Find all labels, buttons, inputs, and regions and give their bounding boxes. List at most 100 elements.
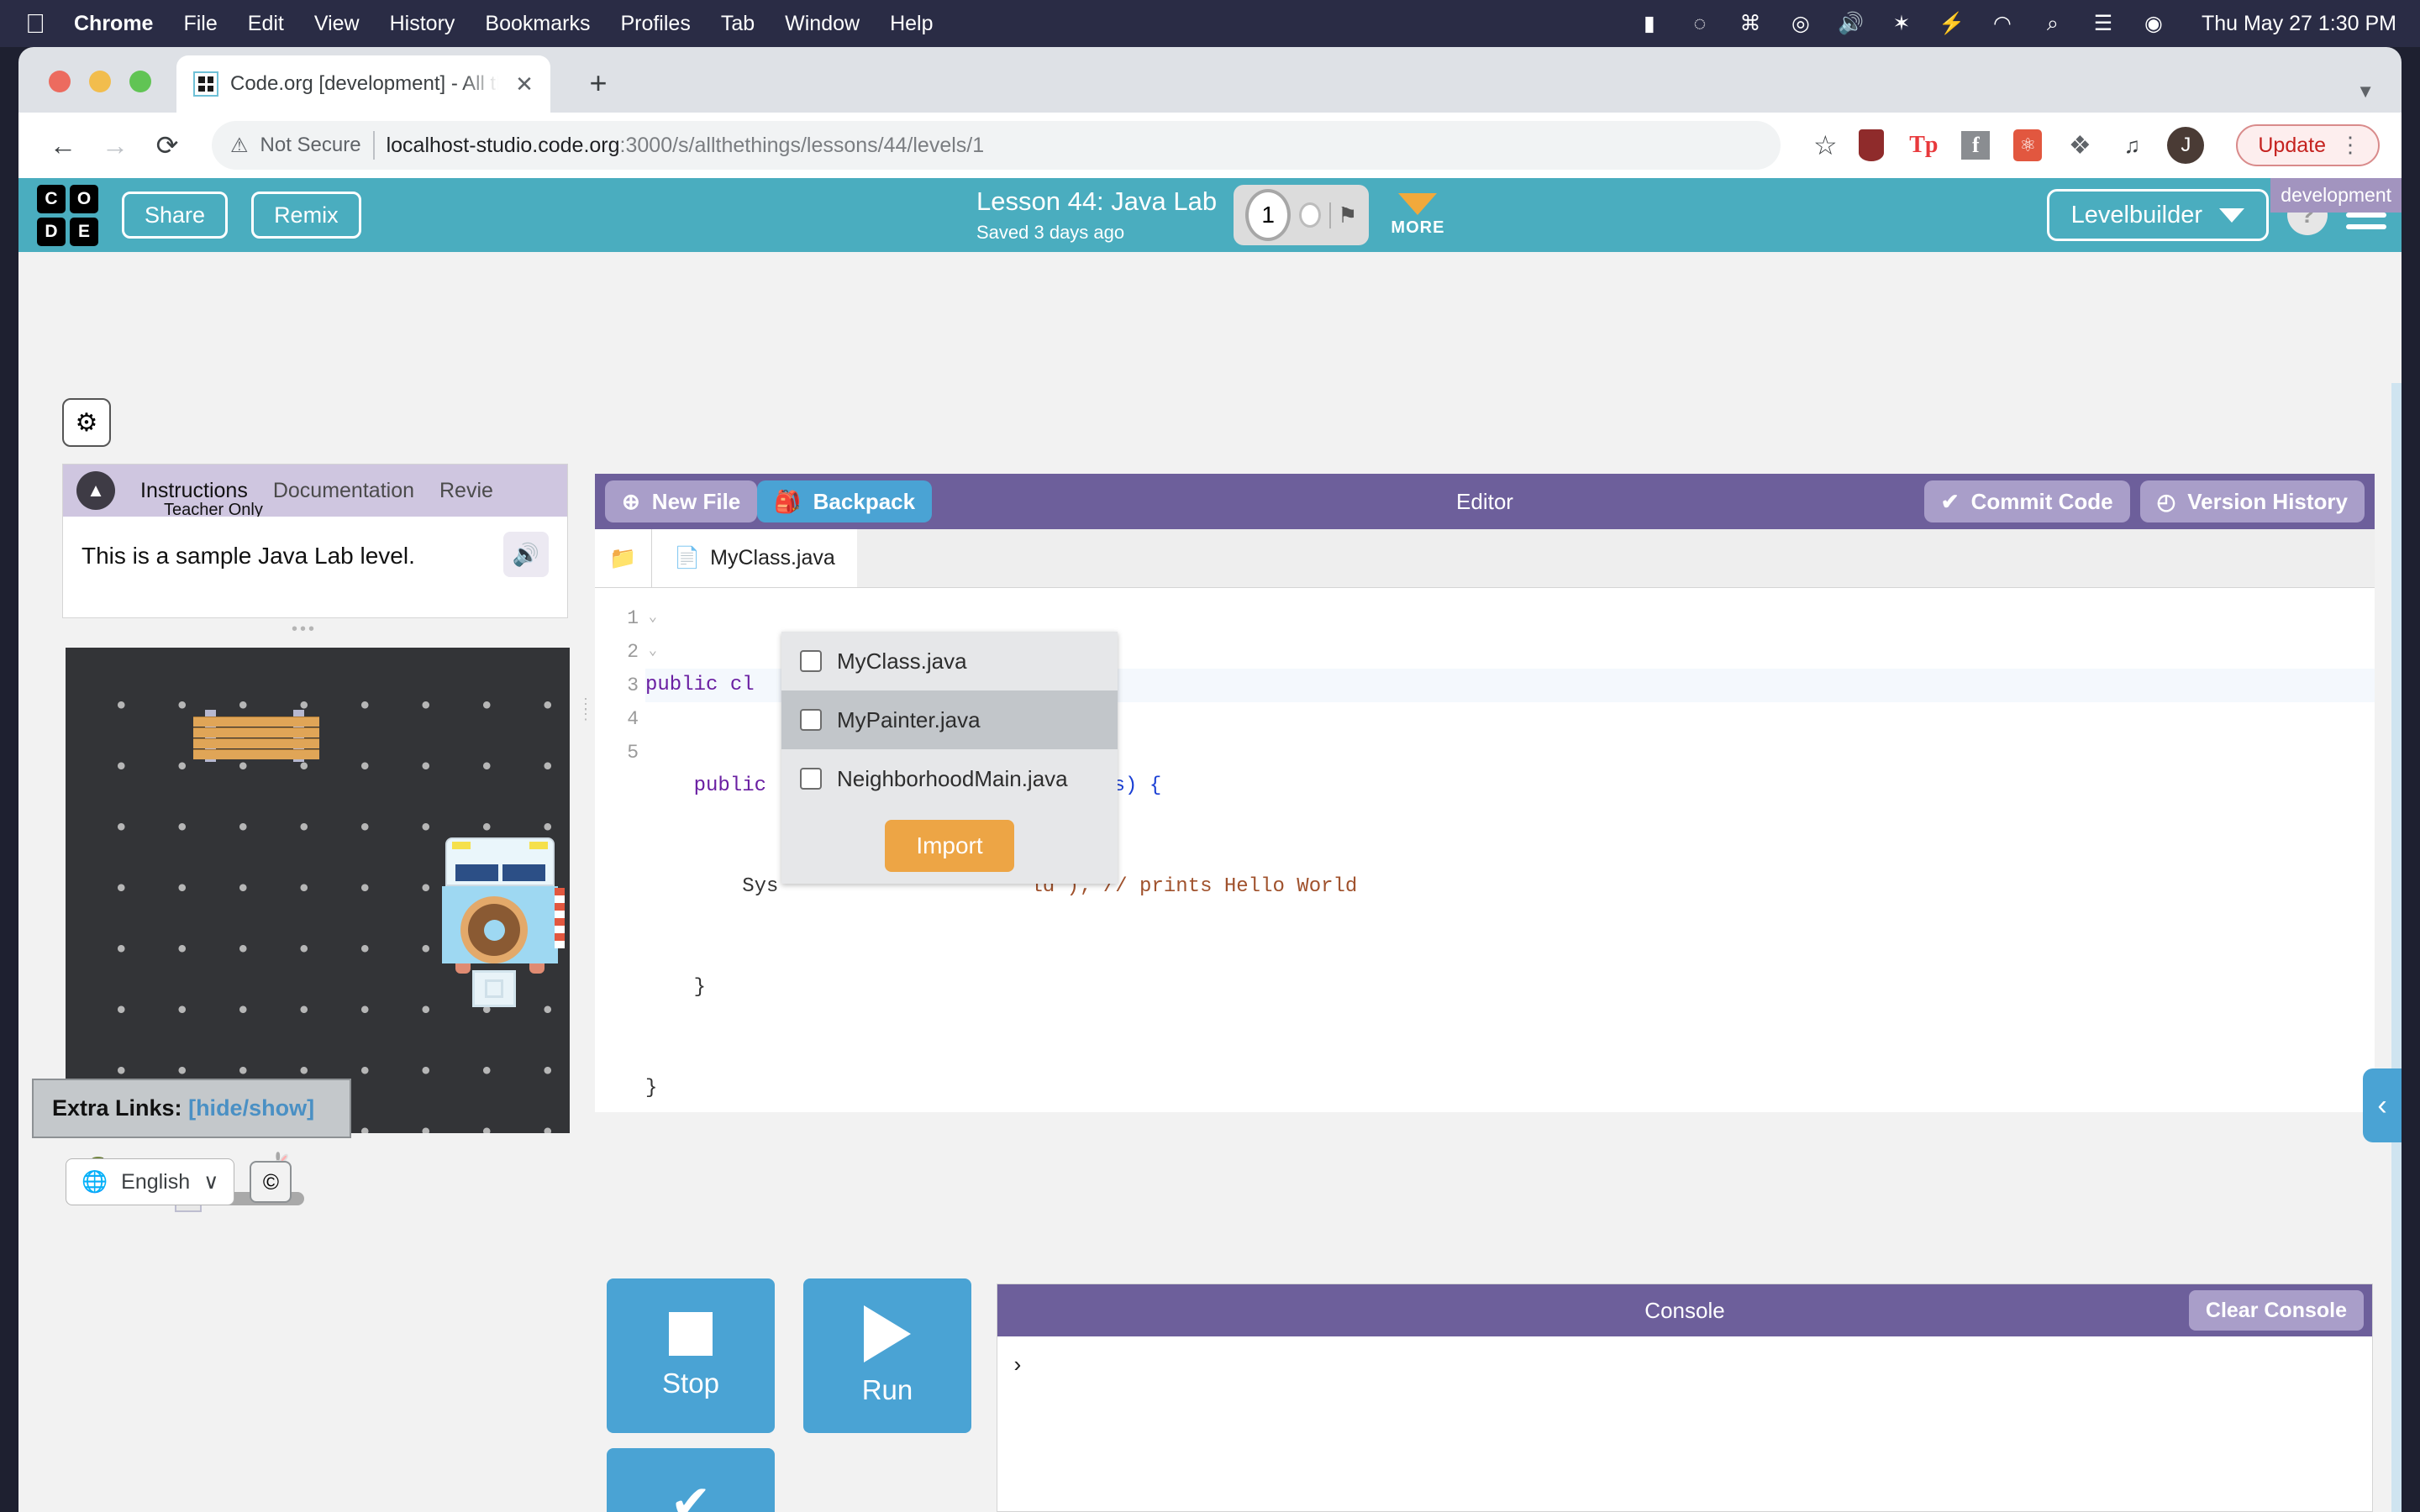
close-tab-icon[interactable]: ✕ <box>510 71 539 97</box>
volume-icon[interactable]: 🔊 <box>1838 11 1864 36</box>
open-side-panel-button[interactable]: ‹ <box>2363 1068 2402 1142</box>
level-bubble-1[interactable]: 1 <box>1245 189 1292 241</box>
minimize-window-button[interactable] <box>89 71 111 92</box>
file-tab-myclass[interactable]: 📄 MyClass.java <box>652 529 857 587</box>
bookmark-star-icon[interactable]: ☆ <box>1802 123 1848 168</box>
close-window-button[interactable] <box>49 71 71 92</box>
react-devtools-icon[interactable]: ⚛ <box>2011 129 2044 162</box>
clear-console-button[interactable]: Clear Console <box>2188 1290 2364 1331</box>
menu-item-edit[interactable]: Edit <box>248 12 284 36</box>
console-header: Console Clear Console <box>997 1284 2372 1336</box>
checkbox-neighborhoodmain[interactable] <box>800 768 822 790</box>
siri-icon[interactable]: ◉ <box>2141 11 2166 36</box>
line-number-1: 1 ⌄ <box>627 607 657 629</box>
apple-logo-icon[interactable]:  <box>25 10 45 37</box>
plus-circle-icon: ⊕ <box>622 488 640 514</box>
checkbox-mypainter[interactable] <box>800 709 822 731</box>
backpack-file-item[interactable]: MyPainter.java <box>781 690 1118 749</box>
shield-extension-icon[interactable] <box>1854 129 1888 162</box>
menu-item-tab[interactable]: Tab <box>721 12 755 36</box>
panel-resize-handle[interactable]: ••• <box>18 620 590 639</box>
import-button[interactable]: Import <box>885 820 1014 872</box>
codeorg-logo[interactable]: C O D E <box>37 184 98 246</box>
spotlight-search-icon[interactable]: ⌕ <box>2040 11 2065 36</box>
tab-instructions[interactable]: Instructions <box>140 479 248 503</box>
more-dropdown[interactable]: MORE <box>1391 192 1444 238</box>
line-number-4: 4 <box>627 708 639 730</box>
menu-item-help[interactable]: Help <box>890 12 933 36</box>
development-badge: development <box>2270 178 2402 213</box>
stop-button[interactable]: Stop <box>607 1278 775 1433</box>
hide-show-link[interactable]: [hide/show] <box>188 1095 314 1121</box>
backpack-file-item[interactable]: MyClass.java <box>781 632 1118 690</box>
battery-charging-icon[interactable]: ⚡ <box>1939 11 1965 36</box>
continue-button[interactable]: ✔ Continue <box>607 1448 775 1512</box>
back-button[interactable]: ← <box>40 123 86 168</box>
menu-item-view[interactable]: View <box>314 12 360 36</box>
checkbox-myclass[interactable] <box>800 650 822 672</box>
menu-bar-clock[interactable]: Thu May 27 1:30 PM <box>2202 12 2396 36</box>
profile-avatar[interactable]: J <box>2167 127 2205 164</box>
console-output[interactable]: › <box>997 1336 2372 1395</box>
right-rail <box>2391 383 2402 1512</box>
editor-resize-handle[interactable]: ⋮ ⋮ <box>578 696 593 722</box>
menu-item-profiles[interactable]: Profiles <box>620 12 690 36</box>
run-button[interactable]: Run <box>803 1278 971 1433</box>
wifi-icon[interactable]: ◠ <box>1990 11 2015 36</box>
backpack-file-label: NeighborhoodMain.java <box>837 765 1068 791</box>
facebook-extension-icon[interactable]: f <box>1959 129 1992 162</box>
backpack-dropdown-menu[interactable]: MyClass.java MyPainter.java Neighborhood… <box>781 632 1118 884</box>
copyright-icon[interactable]: © <box>250 1161 292 1203</box>
stop-label: Stop <box>662 1368 719 1399</box>
new-tab-button[interactable]: + <box>580 66 617 101</box>
menu-item-bookmarks[interactable]: Bookmarks <box>485 12 590 36</box>
menu-item-window[interactable]: Window <box>785 12 860 36</box>
recording-icon[interactable]: ◌ <box>1687 11 1712 36</box>
tab-review[interactable]: Revie <box>439 479 493 503</box>
video-camera-icon[interactable]: ▮ <box>1637 11 1662 36</box>
version-history-button[interactable]: ◴ Version History <box>2139 480 2365 522</box>
language-selector[interactable]: 🌐 English ∨ <box>66 1158 235 1205</box>
check-circle-icon: ✔ <box>1940 488 1960 514</box>
levelbuilder-dropdown[interactable]: Levelbuilder <box>2046 189 2269 241</box>
menu-item-history[interactable]: History <box>390 12 455 36</box>
share-button[interactable]: Share <box>122 192 229 239</box>
control-center-icon[interactable]: ☰ <box>2091 11 2116 36</box>
airplay-icon[interactable]: ◎ <box>1788 11 1813 36</box>
folder-icon[interactable]: 📁 <box>595 529 652 587</box>
logo-letter-c: C <box>37 184 66 213</box>
backpack-file-item[interactable]: NeighborhoodMain.java <box>781 749 1118 808</box>
backpack-button[interactable]: 🎒 Backpack <box>757 480 933 522</box>
remix-button[interactable]: Remix <box>251 192 361 239</box>
finish-flag-icon[interactable]: ⚑ <box>1329 202 1357 228</box>
new-file-button[interactable]: ⊕ New File <box>605 480 758 522</box>
bluetooth-icon[interactable]: ✶ <box>1889 11 1914 36</box>
collapse-instructions-icon[interactable]: ▲ <box>76 471 115 510</box>
chrome-menu-icon[interactable]: ⋮ <box>2339 134 2361 155</box>
address-bar[interactable]: ⚠ Not Secure localhost-studio.code.org:3… <box>212 121 1781 170</box>
update-button[interactable]: Update ⋮ <box>2236 124 2380 166</box>
reload-button[interactable]: ⟳ <box>145 123 190 168</box>
puzzle-extensions-icon[interactable]: ❖ <box>2063 129 2096 162</box>
commit-code-button[interactable]: ✔ Commit Code <box>1923 480 2130 522</box>
window-menu-icon[interactable]: ▼ <box>2356 81 2375 102</box>
playlist-icon[interactable]: ♫ <box>2115 129 2149 162</box>
menu-item-chrome[interactable]: Chrome <box>74 12 153 36</box>
line-number-gutter: 1 ⌄ 2 ⌄ 3 4 5 <box>595 588 657 1112</box>
browser-tab[interactable]: Code.org [development] - All th ✕ <box>176 55 550 113</box>
shortcuts-icon[interactable]: ⌘ <box>1738 11 1763 36</box>
tab-documentation[interactable]: Documentation <box>273 479 414 503</box>
teachers-pay-teachers-icon[interactable]: Tp <box>1907 129 1940 162</box>
menu-item-file[interactable]: File <box>183 12 217 36</box>
maximize-window-button[interactable] <box>129 71 151 92</box>
code-editor[interactable]: 1⌄ 2⌄ 3 4 5 public cl public]args) { Sys… <box>595 588 2375 1112</box>
line-number-2: 2 ⌄ <box>627 641 657 663</box>
lesson-text-block: Lesson 44: Java Lab Saved 3 days ago <box>976 186 1217 244</box>
version-history-label: Version History <box>2187 488 2348 514</box>
lesson-info: Lesson 44: Java Lab Saved 3 days ago 1 ⚑… <box>976 185 1444 245</box>
level-bubble-2[interactable] <box>1299 202 1322 228</box>
text-to-speech-icon[interactable]: 🔊 <box>503 532 549 577</box>
gear-icon[interactable]: ⚙ <box>62 398 111 447</box>
forward-button[interactable]: → <box>92 123 138 168</box>
instructions-panel: ▲ Instructions Documentation Revie Teach… <box>62 464 568 618</box>
